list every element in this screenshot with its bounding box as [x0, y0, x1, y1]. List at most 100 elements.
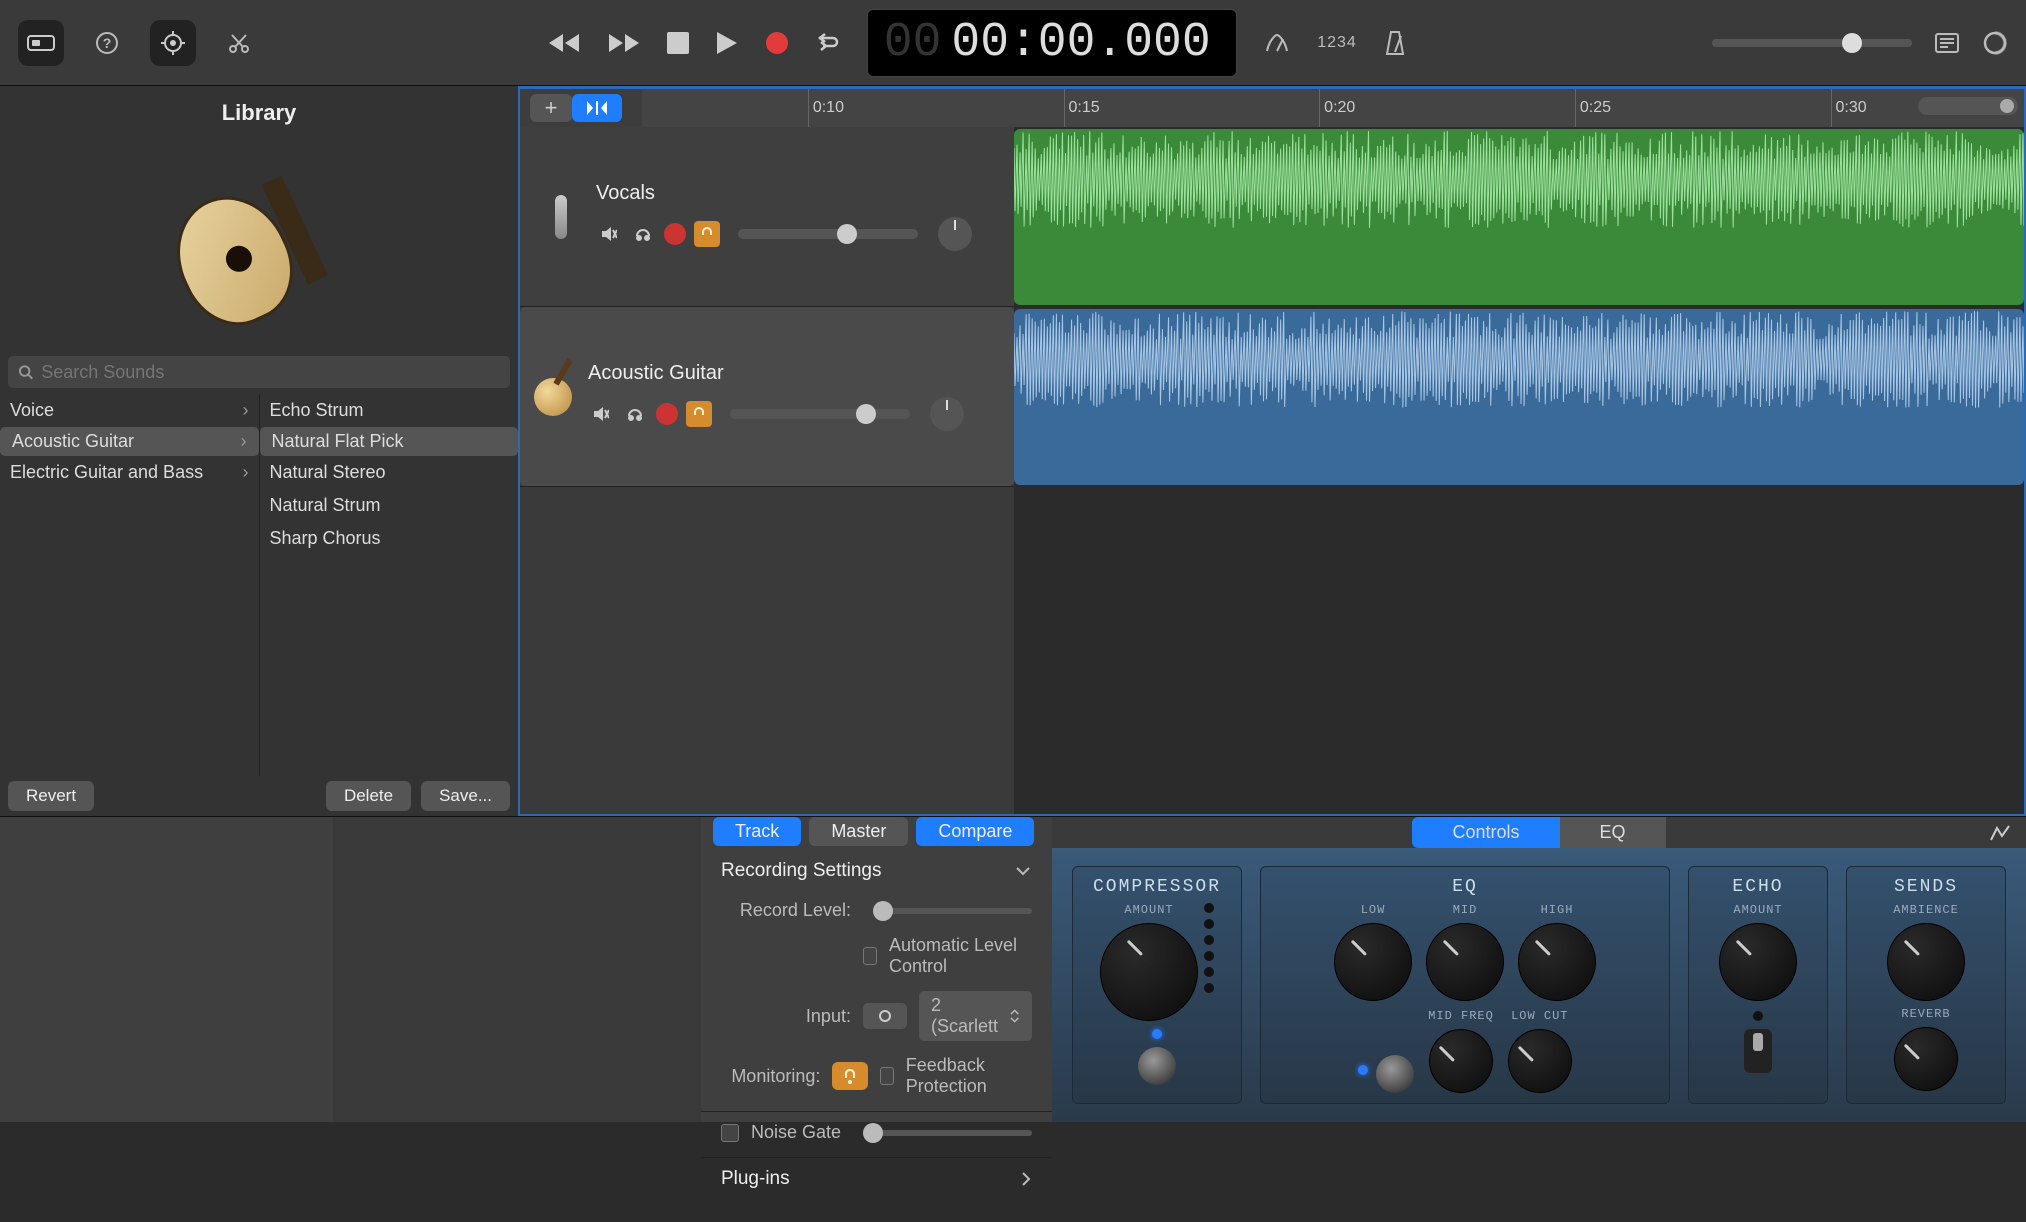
- library-toggle-button[interactable]: [18, 20, 64, 66]
- solo-button[interactable]: [622, 401, 648, 427]
- section-recording-settings[interactable]: Recording Settings: [721, 860, 1032, 882]
- save-button[interactable]: Save...: [421, 781, 510, 811]
- eq-midfreq-knob[interactable]: [1429, 1029, 1493, 1093]
- revert-button[interactable]: Revert: [8, 781, 94, 811]
- smart-controls-button[interactable]: [150, 20, 196, 66]
- ruler-tick: 0:30: [1831, 89, 1867, 127]
- rewind-button[interactable]: [547, 31, 581, 55]
- echo-switch[interactable]: [1744, 1029, 1772, 1073]
- track-lane-area[interactable]: [1014, 127, 2024, 814]
- eq-low-knob[interactable]: [1334, 923, 1412, 1001]
- echo-power-led[interactable]: [1753, 1011, 1763, 1021]
- guitar-icon: [532, 367, 574, 427]
- track-name-label: Vocals: [596, 182, 994, 205]
- edit-automation-button[interactable]: [1988, 822, 2012, 844]
- tracks-area: + 0:100:150:200:250:30 Vocals Aco: [518, 86, 2026, 816]
- mute-button[interactable]: [588, 401, 614, 427]
- record-button[interactable]: [765, 31, 789, 55]
- eq-high-knob[interactable]: [1518, 923, 1596, 1001]
- track-pan-knob[interactable]: [938, 217, 972, 251]
- feedback-checkbox[interactable]: [880, 1067, 894, 1085]
- sends-ambience-knob[interactable]: [1887, 923, 1965, 1001]
- sends-reverb-knob[interactable]: [1894, 1027, 1958, 1091]
- chevron-right-icon: ›: [243, 462, 249, 483]
- add-track-button[interactable]: +: [530, 94, 572, 122]
- track-lane[interactable]: [1014, 127, 2024, 307]
- audio-region[interactable]: [1014, 129, 2024, 305]
- audio-region[interactable]: [1014, 309, 2024, 485]
- noise-gate-checkbox[interactable]: [721, 1124, 739, 1142]
- compressor-amount-knob[interactable]: [1100, 923, 1198, 1021]
- compressor-power-led[interactable]: [1152, 1029, 1162, 1039]
- lcd-display[interactable]: 00 00:00.000: [867, 9, 1237, 77]
- library-preset-item[interactable]: Natural Flat Pick: [260, 427, 519, 456]
- solo-button[interactable]: [630, 221, 656, 247]
- scissors-button[interactable]: [216, 20, 262, 66]
- cycle-button[interactable]: [815, 32, 841, 54]
- chevron-right-icon: [1020, 1170, 1032, 1188]
- library-preview-image: [0, 140, 518, 350]
- echo-amount-knob[interactable]: [1719, 923, 1797, 1001]
- auto-level-checkbox[interactable]: [863, 947, 877, 965]
- loop-browser-button[interactable]: [1982, 30, 2008, 56]
- track-volume-slider[interactable]: [738, 229, 918, 239]
- library-preset-item[interactable]: Natural Stereo: [260, 456, 519, 489]
- tab-eq[interactable]: EQ: [1560, 817, 1666, 848]
- track-name-label: Acoustic Guitar: [588, 362, 1002, 385]
- forward-button[interactable]: [607, 31, 641, 55]
- library-search[interactable]: [8, 356, 510, 388]
- horizontal-zoom-slider[interactable]: [1918, 97, 2018, 115]
- library-panel: Library Voice›Acoustic Guitar›Electric G…: [0, 86, 518, 816]
- track-volume-slider[interactable]: [730, 409, 910, 419]
- track-pan-knob[interactable]: [930, 397, 964, 431]
- mic-icon: [540, 187, 582, 247]
- count-in-button[interactable]: 1234: [1317, 34, 1357, 52]
- monitoring-button[interactable]: [832, 1062, 867, 1090]
- library-preset-item[interactable]: Echo Strum: [260, 394, 519, 427]
- timeline-ruler[interactable]: 0:100:150:200:250:30: [642, 89, 2024, 127]
- record-enable-button[interactable]: [656, 403, 678, 425]
- tab-controls[interactable]: Controls: [1412, 817, 1559, 848]
- noise-gate-slider[interactable]: [863, 1130, 1032, 1136]
- ruler-tick: 0:20: [1319, 89, 1355, 127]
- library-preset-item[interactable]: Sharp Chorus: [260, 522, 519, 555]
- chevron-down-icon: [1014, 865, 1032, 877]
- eq-power-led[interactable]: [1358, 1065, 1368, 1075]
- section-plugins[interactable]: Plug-ins: [721, 1168, 1032, 1190]
- chevron-right-icon: ›: [241, 431, 247, 452]
- play-button[interactable]: [715, 30, 739, 56]
- lcd-time: 00:00.000: [951, 16, 1210, 70]
- notepad-button[interactable]: [1934, 32, 1960, 54]
- input-monitor-button[interactable]: [686, 401, 712, 427]
- search-input[interactable]: [41, 362, 500, 383]
- library-category-item[interactable]: Acoustic Guitar›: [0, 427, 259, 456]
- catch-playhead-button[interactable]: [572, 94, 622, 122]
- quick-help-button[interactable]: ?: [84, 20, 130, 66]
- record-level-slider[interactable]: [873, 908, 1032, 914]
- mute-button[interactable]: [596, 221, 622, 247]
- ruler-tick: 0:10: [808, 89, 844, 127]
- library-category-item[interactable]: Voice›: [0, 394, 259, 427]
- track-header[interactable]: Vocals: [520, 127, 1014, 306]
- input-monitor-button[interactable]: [694, 221, 720, 247]
- eq-mid-knob[interactable]: [1426, 923, 1504, 1001]
- tuner-button[interactable]: [1263, 31, 1291, 55]
- input-select[interactable]: 2 (Scarlett: [919, 991, 1032, 1041]
- tab-track[interactable]: Track: [713, 817, 801, 846]
- tab-master[interactable]: Master: [809, 817, 908, 846]
- stop-button[interactable]: [667, 32, 689, 54]
- library-category-item[interactable]: Electric Guitar and Bass›: [0, 456, 259, 489]
- auto-level-label: Automatic Level Control: [889, 935, 1032, 977]
- input-label: Input:: [721, 1006, 851, 1027]
- track-lane[interactable]: [1014, 307, 2024, 487]
- recording-settings-panel: [0, 817, 333, 1122]
- record-enable-button[interactable]: [664, 223, 686, 245]
- tab-compare[interactable]: Compare: [916, 817, 1034, 846]
- metronome-button[interactable]: [1383, 30, 1407, 56]
- input-mode-button[interactable]: [863, 1003, 907, 1029]
- track-header[interactable]: Acoustic Guitar: [520, 307, 1014, 486]
- delete-button[interactable]: Delete: [326, 781, 411, 811]
- eq-lowcut-knob[interactable]: [1508, 1029, 1572, 1093]
- library-preset-item[interactable]: Natural Strum: [260, 489, 519, 522]
- master-volume-slider[interactable]: [1712, 39, 1912, 47]
